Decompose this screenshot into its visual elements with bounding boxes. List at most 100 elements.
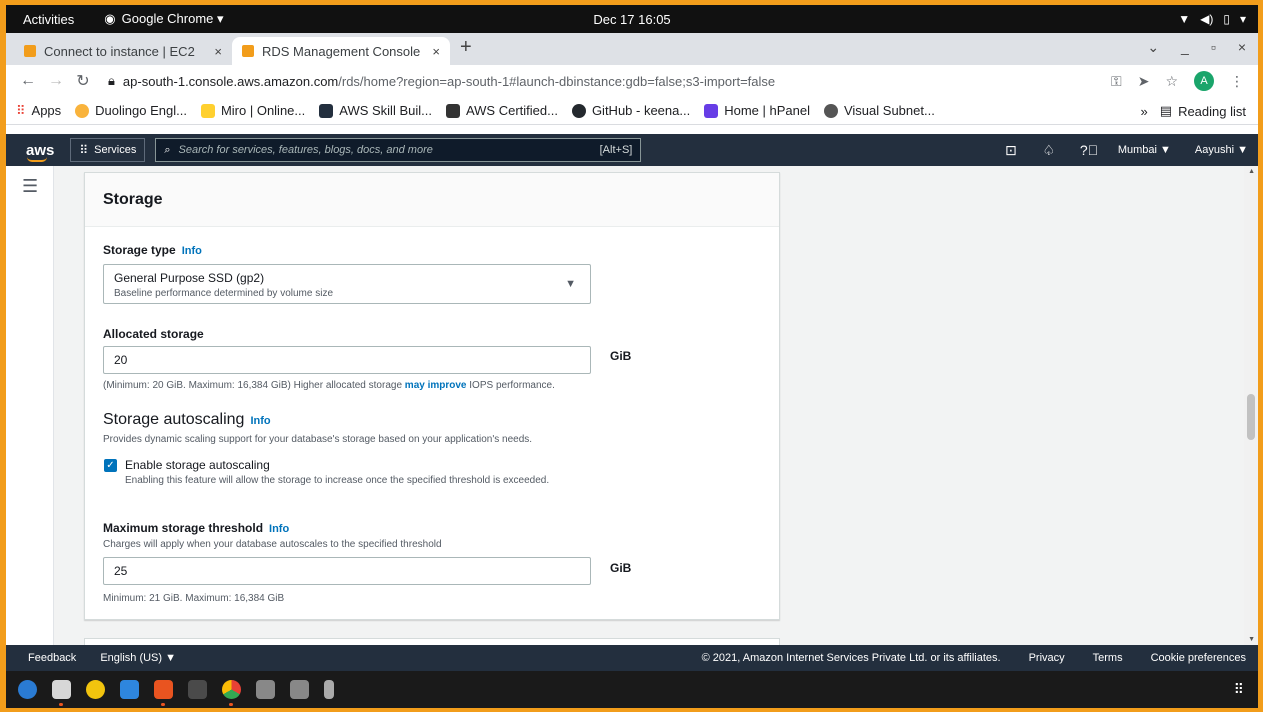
volume-icon: ◀)	[1200, 12, 1214, 26]
usb-drive-icon[interactable]	[324, 680, 334, 699]
copyright-text: © 2021, Amazon Internet Services Private…	[701, 652, 1001, 664]
storage-type-description: Baseline performance determined by volum…	[114, 288, 333, 299]
grid-icon: ⠿	[79, 143, 89, 157]
software-icon[interactable]	[154, 680, 173, 706]
max-threshold-hint: Minimum: 21 GiB. Maximum: 16,384 GiB	[103, 593, 285, 604]
autoscaling-info-link[interactable]: Info	[250, 415, 270, 427]
account-menu[interactable]: Aayushi ▼	[1195, 144, 1248, 156]
storage-autoscaling-heading: Storage autoscaling Info	[103, 411, 271, 429]
search-shortcut: [Alt+S]	[599, 144, 633, 156]
enable-autoscaling-description: Enabling this feature will allow the sto…	[125, 475, 550, 486]
privacy-link[interactable]: Privacy	[1029, 652, 1065, 664]
max-threshold-input[interactable]: 25	[103, 557, 591, 585]
hint-text: (Minimum: 20 GiB. Maximum: 16,384 GiB) H…	[103, 380, 405, 391]
terms-link[interactable]: Terms	[1093, 652, 1123, 664]
tab-ec2[interactable]: Connect to instance | EC2 ×	[14, 37, 232, 65]
send-icon[interactable]: ➤	[1138, 73, 1150, 90]
reading-list-label: Reading list	[1178, 103, 1246, 119]
tab-search-icon[interactable]: ⌄	[1147, 39, 1159, 56]
aws-certified-icon	[445, 103, 460, 118]
bookmark-duolingo[interactable]: Duolingo Engl...	[75, 103, 187, 118]
region-selector[interactable]: Mumbai ▼	[1118, 144, 1171, 156]
language-selector[interactable]: English (US) ▼	[100, 652, 176, 664]
aws-logo[interactable]: aws	[26, 142, 54, 162]
cloudshell-icon[interactable]: ⊡	[1004, 142, 1018, 159]
enable-autoscaling-label[interactable]: Enable storage autoscaling	[125, 458, 270, 472]
notifications-bell-icon[interactable]: ♤	[1042, 142, 1056, 159]
may-improve-link[interactable]: may improve	[405, 380, 467, 391]
services-label: Services	[94, 144, 137, 156]
close-window-icon[interactable]: ×	[1238, 39, 1246, 56]
aws-favicon-icon	[242, 45, 254, 57]
profile-avatar[interactable]: A	[1194, 71, 1214, 91]
bookmark-apps[interactable]: ⠿ Apps	[16, 103, 61, 119]
bookmark-aws-certified[interactable]: AWS Certified...	[445, 103, 558, 118]
thunderbird-icon[interactable]	[18, 680, 37, 699]
help-icon[interactable]: ?⃝	[1080, 142, 1098, 158]
running-indicator	[161, 703, 165, 706]
show-applications-icon[interactable]: ⠿	[1234, 681, 1244, 698]
forward-arrow-icon[interactable]: →	[48, 72, 64, 90]
system-tray[interactable]: ▼ ◀) ▯ ▾	[1178, 5, 1246, 33]
bookmark-label: Visual Subnet...	[843, 103, 935, 118]
bookmark-visual-subnet[interactable]: Visual Subnet...	[823, 103, 935, 118]
ubuntu-dock: ⠿	[6, 671, 1258, 708]
enable-autoscaling-checkbox[interactable]: ✓	[104, 459, 117, 472]
url-host: ap-south-1.console.aws.amazon.com	[122, 73, 339, 89]
menu-hamburger-icon[interactable]: ☰	[22, 176, 38, 197]
reload-icon[interactable]: ↻	[76, 71, 90, 91]
tab-title: Connect to instance | EC2	[44, 43, 195, 59]
activities-button[interactable]: Activities	[23, 12, 74, 27]
disk-icon[interactable]	[256, 680, 275, 699]
max-threshold-info-link[interactable]: Info	[269, 523, 289, 535]
storage-type-label: Storage type Info	[103, 243, 202, 257]
chrome-icon[interactable]	[222, 680, 241, 706]
main-content: ☰ Storage Storage type Info General Purpo…	[6, 166, 1258, 645]
scroll-up-arrow-icon[interactable]: ▲	[1248, 168, 1255, 175]
tab-close-icon[interactable]: ×	[432, 44, 440, 59]
storage-type-info-link[interactable]: Info	[182, 245, 202, 257]
url-bar[interactable]: 🔒︎ ap-south-1.console.aws.amazon.com/rds…	[108, 68, 1111, 94]
aws-search-input[interactable]: ⌕ Search for services, features, blogs, …	[155, 138, 642, 162]
services-button[interactable]: ⠿ Services	[70, 138, 146, 162]
search-icon: ⌕	[164, 143, 171, 156]
restore-icon[interactable]: ▫	[1211, 39, 1216, 56]
key-icon[interactable]: ⚿	[1111, 73, 1122, 90]
disk-icon[interactable]	[290, 680, 309, 699]
bookmark-hpanel[interactable]: Home | hPanel	[704, 103, 810, 118]
bookmark-label: Duolingo Engl...	[95, 103, 187, 118]
running-indicator	[59, 703, 63, 706]
rhythmbox-icon[interactable]	[86, 680, 105, 699]
allocated-storage-input[interactable]: 20	[103, 346, 591, 374]
new-tab-button[interactable]: +	[460, 36, 472, 59]
storage-type-select[interactable]: General Purpose SSD (gp2) Baseline perfo…	[103, 264, 591, 304]
bookmark-aws-skill[interactable]: AWS Skill Buil...	[319, 103, 432, 118]
files-icon[interactable]	[52, 680, 71, 706]
chrome-menu-icon[interactable]: ⋮	[1230, 73, 1244, 90]
tab-close-icon[interactable]: ×	[214, 44, 222, 59]
aws-skill-icon	[319, 103, 334, 118]
max-threshold-unit: GiB	[610, 561, 632, 575]
back-arrow-icon[interactable]: ←	[20, 72, 36, 90]
bookmark-miro[interactable]: Miro | Online...	[200, 103, 305, 118]
running-indicator	[229, 703, 233, 706]
toolbar-actions: ⚿ ➤ ☆ A ⋮	[1111, 71, 1244, 91]
terminal-icon[interactable]	[188, 680, 207, 699]
reading-list-button[interactable]: ▤ Reading list	[1160, 103, 1246, 119]
tab-rds[interactable]: RDS Management Console ×	[232, 37, 450, 65]
scroll-down-arrow-icon[interactable]: ▼	[1248, 636, 1255, 643]
bookmark-github[interactable]: GitHub - keena...	[571, 103, 690, 118]
bookmark-star-icon[interactable]: ☆	[1165, 73, 1178, 90]
apps-grid-icon: ⠿	[16, 102, 26, 118]
app-menu[interactable]: ◉ Google Chrome ▾	[104, 11, 223, 27]
scroll-thumb[interactable]	[1247, 394, 1255, 440]
bookmarks-overflow-button[interactable]: »	[1141, 104, 1148, 119]
bookmarks-bar: ⠿ Apps Duolingo Engl... Miro | Online... …	[6, 97, 1258, 125]
cookie-preferences-link[interactable]: Cookie preferences	[1151, 652, 1246, 664]
wifi-icon: ▼	[1178, 12, 1191, 26]
minimize-icon[interactable]: _	[1181, 39, 1189, 56]
feedback-link[interactable]: Feedback	[28, 652, 76, 664]
writer-icon[interactable]	[120, 680, 139, 699]
page-scrollbar[interactable]: ▲ ▼	[1244, 166, 1258, 645]
allocated-storage-hint: (Minimum: 20 GiB. Maximum: 16,384 GiB) H…	[103, 380, 555, 391]
